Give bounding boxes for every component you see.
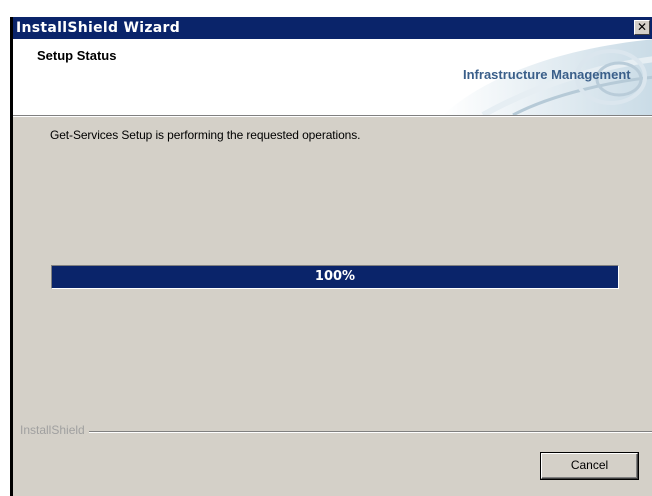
header-title: Setup Status xyxy=(37,48,117,63)
title-bar[interactable]: InstallShield Wizard ✕ xyxy=(13,17,652,39)
cancel-button[interactable]: Cancel xyxy=(540,452,639,480)
installshield-brand-label: InstallShield xyxy=(20,423,89,437)
installshield-wizard-window: InstallShield Wizard ✕ Setup Status Infr… xyxy=(10,17,652,496)
close-button[interactable]: ✕ xyxy=(634,20,650,35)
brand-label: Infrastructure Management xyxy=(463,67,631,82)
footer-divider xyxy=(20,431,652,433)
progress-label: 100% xyxy=(314,269,356,284)
close-icon: ✕ xyxy=(636,20,648,34)
wizard-header: Setup Status Infrastructure Management xyxy=(13,39,652,116)
header-divider xyxy=(13,116,652,117)
progress-bar: 100% xyxy=(51,265,619,289)
status-message: Get-Services Setup is performing the req… xyxy=(50,128,361,142)
window-title: InstallShield Wizard xyxy=(16,20,181,36)
